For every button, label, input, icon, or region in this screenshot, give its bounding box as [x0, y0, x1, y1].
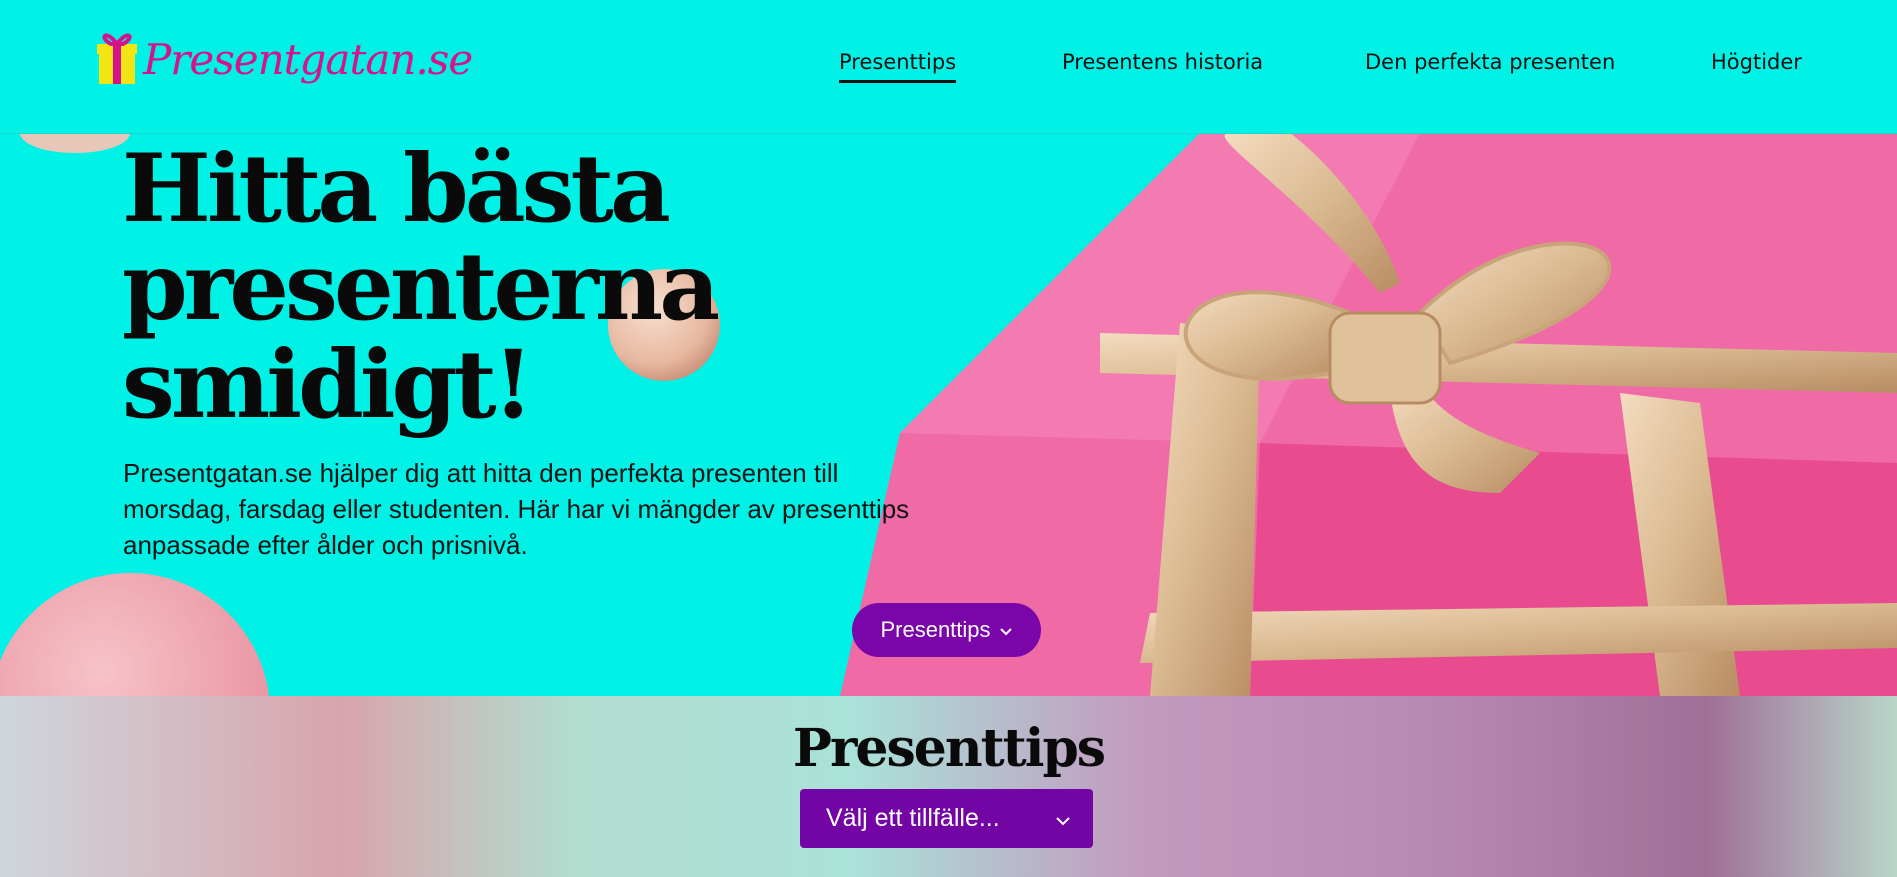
chevron-down-icon [1055, 804, 1071, 833]
main-nav: Presenttips Presentens historia Den perf… [0, 50, 1897, 86]
hero-title: Hitta bästa presenterna smidigt! [122, 140, 842, 434]
section-title: Presenttips [792, 718, 1106, 779]
chevron-down-icon [999, 617, 1013, 643]
nav-item-den-perfekta-presenten[interactable]: Den perfekta presenten [1365, 50, 1615, 80]
occasion-select-value: Välj ett tillfälle... [826, 804, 1000, 832]
site-header: Presentgatan.se Presenttips Presentens h… [0, 0, 1897, 134]
nav-item-presentens-historia[interactable]: Presentens historia [1062, 50, 1263, 80]
nav-item-hogtider[interactable]: Högtider [1711, 50, 1802, 80]
hero-title-line-2: presenterna [122, 232, 720, 342]
hero-description: Presentgatan.se hjälper dig att hitta de… [123, 458, 910, 560]
presenttips-button[interactable]: Presenttips [852, 603, 1041, 657]
presenttips-button-label: Presenttips [880, 617, 991, 642]
hero-title-line-3: smidigt! [122, 330, 534, 440]
occasion-select[interactable]: Välj ett tillfälle... [800, 789, 1093, 848]
nav-item-presenttips[interactable]: Presenttips [839, 50, 957, 83]
hero-title-line-1: Hitta bästa [122, 134, 671, 244]
